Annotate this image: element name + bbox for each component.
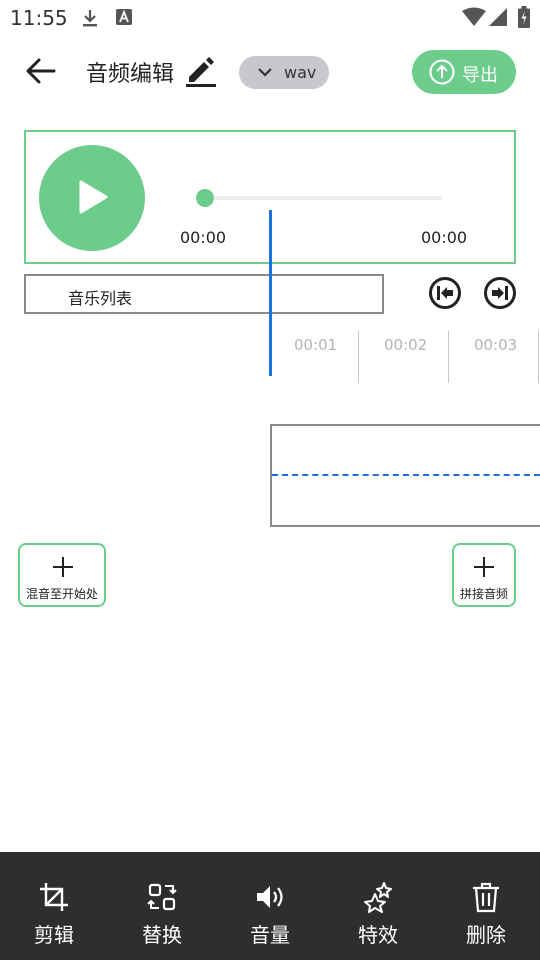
- concat-audio-label: 拼接音频: [460, 587, 509, 601]
- toolbar-label: 删除: [466, 923, 506, 947]
- ruler-tick: [448, 331, 449, 383]
- play-button[interactable]: [39, 145, 145, 251]
- back-button[interactable]: [22, 54, 58, 88]
- waveform-line: [272, 474, 540, 476]
- bottom-toolbar: 剪辑 替换 音量 特效 删除: [0, 852, 540, 960]
- arrow-left-icon: [26, 58, 56, 84]
- format-value: wav: [284, 63, 317, 82]
- plus-icon: [474, 557, 494, 577]
- export-label: 导出: [462, 65, 498, 86]
- music-list-button[interactable]: 音乐列表: [24, 274, 384, 314]
- ruler-label: 00:03: [474, 336, 518, 354]
- toolbar-label: 剪辑: [34, 923, 74, 947]
- concat-audio-button[interactable]: 拼接音频: [452, 543, 516, 607]
- ruler-label: 00:02: [384, 336, 428, 354]
- skip-end-icon: [484, 277, 516, 309]
- toolbar-label: 替换: [142, 923, 182, 947]
- mix-to-start-button[interactable]: 混音至开始处: [18, 543, 106, 607]
- toolbar-item-delete[interactable]: 删除: [432, 852, 540, 960]
- status-time: 11:55: [10, 6, 68, 30]
- status-bar: 11:55: [0, 0, 540, 36]
- ruler-tick: [538, 331, 539, 383]
- pencil-icon: [186, 57, 216, 87]
- edit-title-button[interactable]: [184, 54, 218, 88]
- plus-icon: [53, 557, 73, 577]
- skip-start-icon: [429, 277, 461, 309]
- upload-icon: [429, 59, 455, 85]
- progress-track[interactable]: [202, 196, 442, 200]
- toolbar-item-effects[interactable]: 特效: [324, 852, 432, 960]
- ruler-label: 00:01: [294, 336, 338, 354]
- skip-to-end-button[interactable]: [483, 276, 517, 310]
- total-time: 00:00: [421, 228, 468, 247]
- toolbar-label: 音量: [250, 923, 290, 947]
- mix-to-start-label: 混音至开始处: [26, 587, 99, 601]
- toolbar-item-crop[interactable]: 剪辑: [0, 852, 108, 960]
- download-icon: [80, 8, 100, 32]
- export-button[interactable]: 导出: [412, 50, 516, 94]
- current-time: 00:00: [180, 228, 227, 247]
- text-notification-icon: [115, 8, 133, 30]
- delete-icon: [473, 882, 499, 913]
- toolbar-item-volume[interactable]: 音量: [216, 852, 324, 960]
- battery-icon: [518, 6, 530, 32]
- ruler-tick: [358, 331, 359, 383]
- chevron-down-icon: [258, 68, 272, 77]
- effects-icon: [364, 882, 392, 913]
- signal-icon: [489, 8, 507, 30]
- music-list-label: 音乐列表: [68, 289, 133, 308]
- format-dropdown[interactable]: wav: [239, 56, 329, 89]
- replace-icon: [147, 883, 177, 911]
- toolbar-item-replace[interactable]: 替换: [108, 852, 216, 960]
- skip-to-start-button[interactable]: [428, 276, 462, 310]
- waveform-track[interactable]: [270, 424, 540, 527]
- crop-icon: [40, 883, 68, 911]
- progress-knob[interactable]: [196, 189, 214, 207]
- playhead[interactable]: [269, 210, 272, 376]
- volume-icon: [257, 886, 283, 908]
- toolbar-label: 特效: [358, 923, 398, 947]
- page-title: 音频编辑: [86, 62, 175, 87]
- play-icon: [79, 180, 108, 214]
- audio-editor-screen: 11:55 音频编辑 wav 导出 00:00 00:00 音乐列表 00:01…: [0, 0, 540, 960]
- wifi-icon: [462, 7, 486, 31]
